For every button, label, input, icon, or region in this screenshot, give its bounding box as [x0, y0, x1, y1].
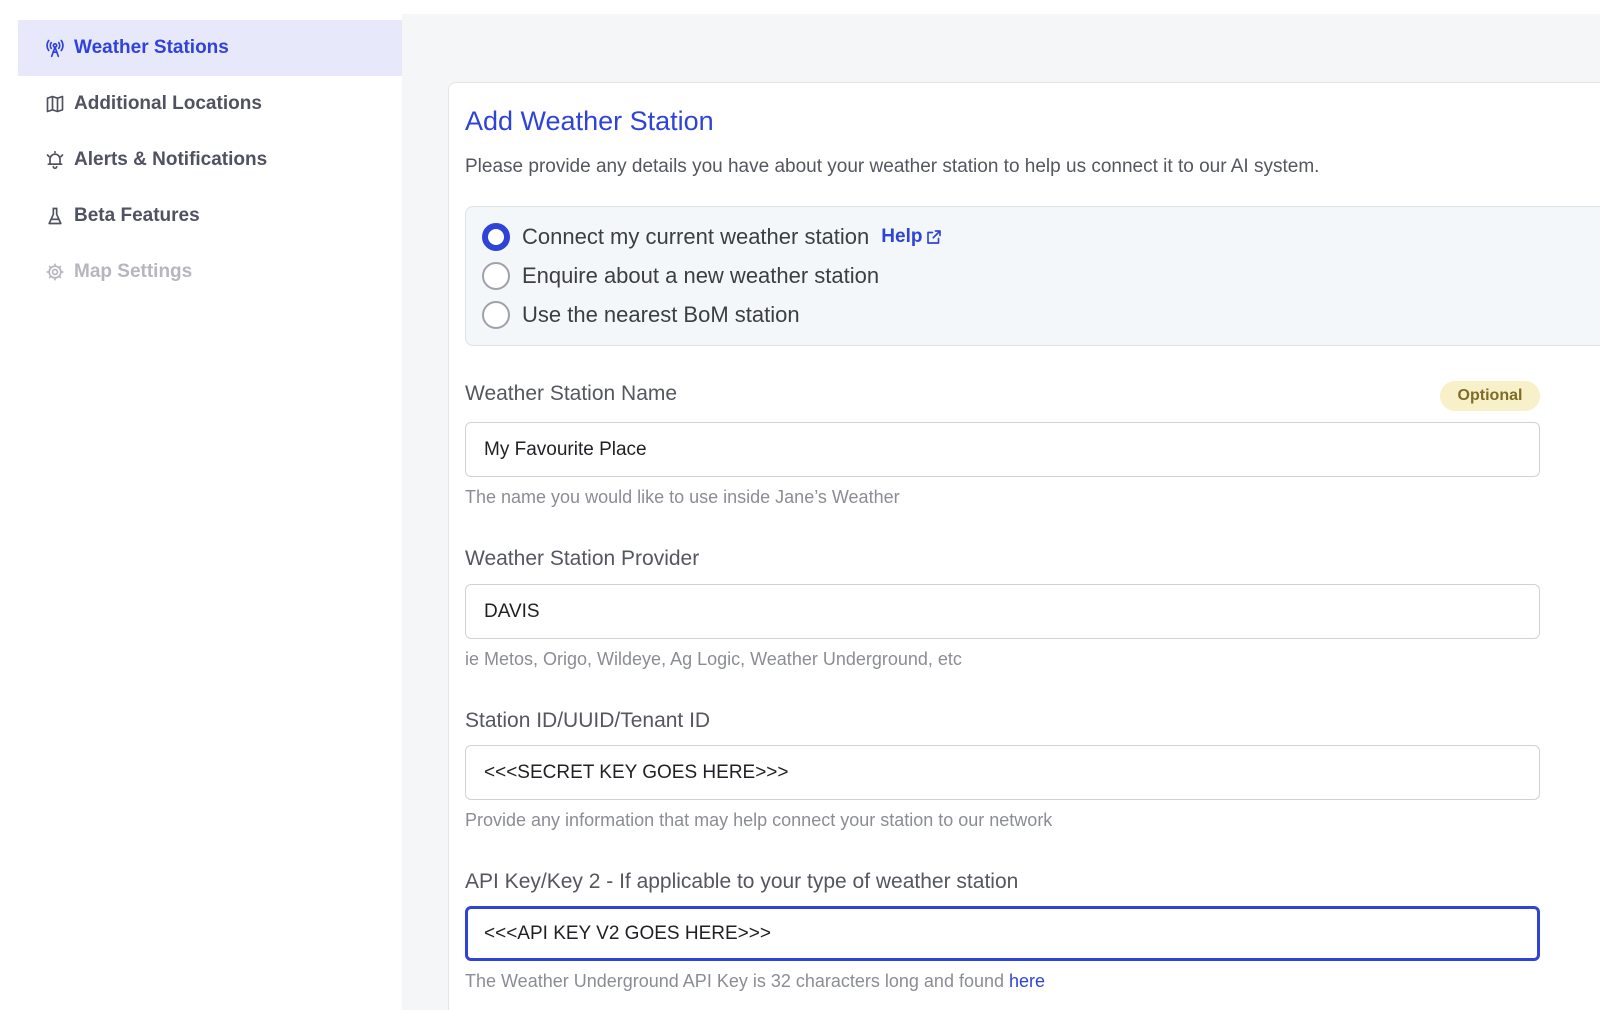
- api-key-hint-text: The Weather Underground API Key is 32 ch…: [465, 971, 1009, 991]
- sidebar-item-label: Weather Stations: [74, 37, 229, 58]
- radio-enquire-new[interactable]: [482, 262, 510, 290]
- option-enquire-new[interactable]: Enquire about a new weather station: [482, 261, 879, 291]
- sidebar-item-map-settings[interactable]: Map Settings: [18, 244, 402, 300]
- radio-nearest-bom[interactable]: [482, 301, 510, 329]
- sidebar-item-alerts-notifications[interactable]: Alerts & Notifications: [18, 132, 402, 188]
- option-label: Connect my current weather station: [522, 224, 870, 249]
- page-subtitle: Please provide any details you have abou…: [465, 156, 1320, 177]
- station-provider-hint: ie Metos, Origo, Wildeye, Ag Logic, Weat…: [465, 649, 962, 669]
- antenna-icon: [44, 37, 66, 59]
- gear-icon: [44, 261, 66, 283]
- external-link-icon: [927, 230, 942, 244]
- map-icon: [44, 93, 66, 115]
- station-provider-input[interactable]: [465, 584, 1540, 639]
- station-name-label: Weather Station Name: [465, 382, 678, 405]
- flask-icon: [44, 205, 66, 227]
- sidebar-item-label: Alerts & Notifications: [74, 149, 268, 170]
- station-id-hint: Provide any information that may help co…: [465, 810, 1053, 830]
- radio-connect-current[interactable]: [482, 223, 510, 251]
- api-key-label: API Key/Key 2 - If applicable to your ty…: [465, 870, 1019, 893]
- sidebar-item-beta-features[interactable]: Beta Features: [18, 188, 402, 244]
- sidebar-item-label: Additional Locations: [74, 93, 262, 114]
- optional-badge: Optional: [1440, 381, 1540, 411]
- api-key-help-link[interactable]: here: [1009, 971, 1045, 991]
- help-link[interactable]: Help: [881, 226, 943, 248]
- station-name-input[interactable]: [465, 422, 1540, 477]
- api-key-hint: The Weather Underground API Key is 32 ch…: [465, 971, 1045, 992]
- sidebar-item-label: Beta Features: [74, 205, 200, 226]
- option-connect-current[interactable]: Connect my current weather station Help: [482, 222, 943, 252]
- station-name-hint: The name you would like to use inside Ja…: [465, 487, 900, 507]
- station-id-input[interactable]: [465, 745, 1540, 800]
- sidebar: Weather Stations Additional Locations Al…: [0, 0, 402, 1010]
- option-label: Use the nearest BoM station: [522, 302, 800, 327]
- api-key-input[interactable]: [465, 906, 1540, 961]
- bell-icon: [44, 149, 66, 171]
- sidebar-item-label: Map Settings: [74, 261, 193, 282]
- station-provider-label: Weather Station Provider: [465, 547, 700, 570]
- sidebar-item-additional-locations[interactable]: Additional Locations: [18, 76, 402, 132]
- page-title: Add Weather Station: [465, 106, 714, 136]
- help-link-label[interactable]: Help: [881, 226, 922, 248]
- option-nearest-bom[interactable]: Use the nearest BoM station: [482, 300, 800, 330]
- option-label: Enquire about a new weather station: [522, 263, 880, 288]
- sidebar-item-weather-stations[interactable]: Weather Stations: [18, 20, 402, 76]
- station-id-label: Station ID/UUID/Tenant ID: [465, 709, 711, 732]
